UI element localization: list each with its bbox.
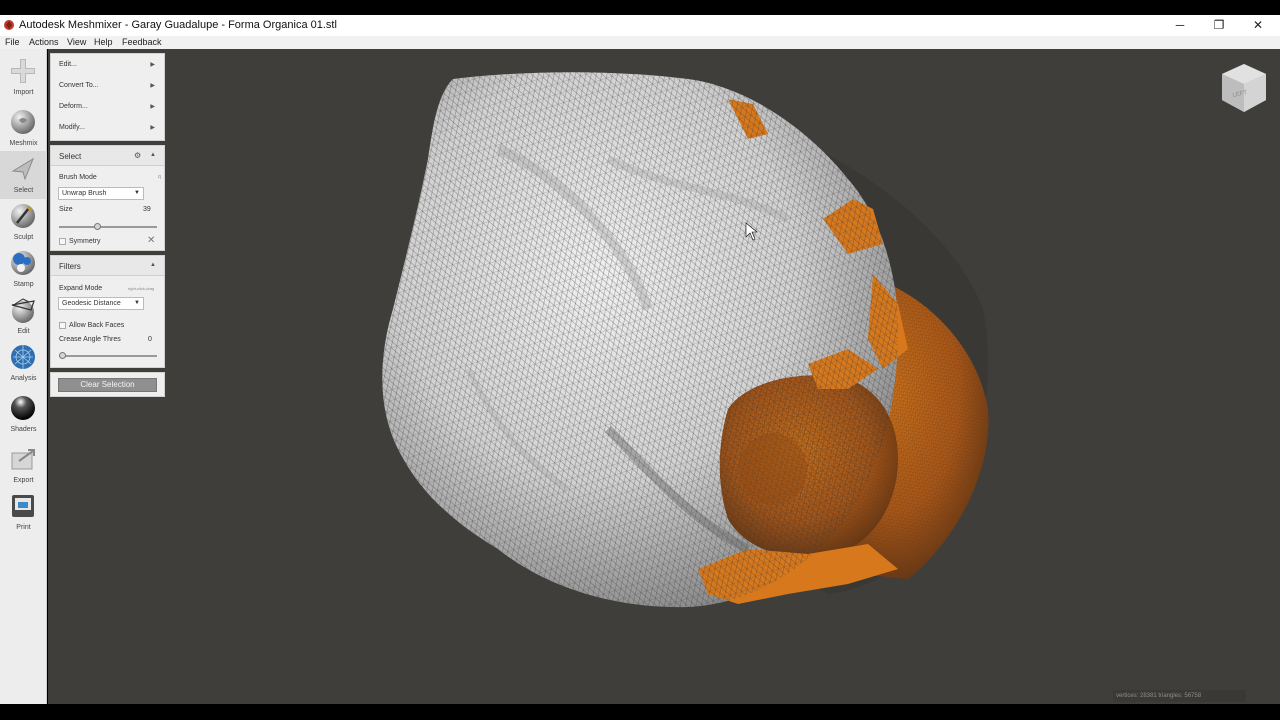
tool-label: Edit [17,328,30,335]
symmetry-tool-icon[interactable]: ✕ [147,235,155,246]
panel-title: Select [59,152,82,161]
app-window: Autodesk Meshmixer - Garay Guadalupe - F… [0,0,1280,720]
tool-meshmix[interactable]: Meshmix [0,104,47,152]
chevron-down-icon: ▼ [134,300,140,306]
export-icon [11,449,35,470]
menu-file[interactable]: File [5,37,20,47]
allow-back-faces-label: Allow Back Faces [69,322,125,329]
chevron-right-icon: ▶ [150,62,155,68]
select-panel: Select ⚙ ▲ Brush Mode q Unwrap Brush ▼ S… [50,145,165,251]
menu-help[interactable]: Help [94,37,113,47]
chevron-right-icon: ▶ [150,83,155,89]
expand-mode-hint: right-click-drag [128,286,155,291]
modify-submenu[interactable]: Modify... [59,124,85,131]
chevron-down-icon: ▼ [134,190,140,196]
tool-label: Shaders [10,426,37,433]
dropdown-value: Unwrap Brush [62,190,107,197]
clear-selection-panel: Clear Selection [50,372,165,397]
window-title: Autodesk Meshmixer - Garay Guadalupe - F… [19,19,337,31]
convert-to-submenu[interactable]: Convert To... [59,82,99,89]
select-icon [11,157,35,181]
collapse-icon[interactable]: ▲ [150,262,156,268]
tool-stamp[interactable]: Stamp [0,245,47,293]
edit-icon [11,298,35,323]
tool-label: Stamp [13,281,34,288]
dropdown-value: Geodesic Distance [62,300,121,307]
menu-view[interactable]: View [67,37,86,47]
print-icon [12,495,34,517]
symmetry-label: Symmetry [69,238,101,245]
edit-submenu[interactable]: Edit... [59,61,77,68]
clear-selection-button[interactable]: Clear Selection [58,378,157,392]
expand-mode-dropdown[interactable]: Geodesic Distance ▼ [58,297,144,310]
chevron-right-icon: ▶ [150,125,155,131]
menu-feedback[interactable]: Feedback [122,37,162,47]
size-value: 39 [143,206,151,213]
meshmixer-logo-icon [4,20,14,30]
menu-bar: File Actions View Help Feedback [0,36,1280,49]
crease-angle-slider[interactable] [59,352,157,359]
filters-panel-header[interactable]: Filters ▲ [51,256,164,276]
tool-label: Print [16,524,31,531]
tool-label: Meshmix [9,140,38,147]
brush-mode-dropdown[interactable]: Unwrap Brush ▼ [58,187,144,200]
menu-actions[interactable]: Actions [29,37,59,47]
title-bar: Autodesk Meshmixer - Garay Guadalupe - F… [0,15,1280,36]
tool-select[interactable]: Select [0,151,47,199]
tool-label: Import [13,89,34,96]
sculpt-icon [11,204,35,228]
expand-mode-label: Expand Mode [59,285,103,292]
tool-export[interactable]: Export [0,441,47,489]
panel-title: Filters [59,262,81,271]
size-slider[interactable] [59,223,157,230]
view-cube[interactable]: LEFT [1219,62,1269,114]
mesh-model [382,72,989,608]
size-label: Size [59,206,73,213]
3d-viewport[interactable] [48,49,1280,704]
symmetry-checkbox[interactable] [59,238,66,245]
brush-mode-label: Brush Mode [59,174,97,181]
meshmix-icon [11,110,35,134]
stamp-icon [11,251,35,275]
actions-panel: Edit... ▶ Convert To... ▶ Deform... ▶ Mo… [50,53,165,141]
chevron-right-icon: ▶ [150,104,155,110]
mesh-stats: vertices: 28381 triangles: 56758 [1113,690,1246,702]
minimize-button[interactable]: ─ [1160,16,1200,34]
allow-back-faces-checkbox[interactable] [59,322,66,329]
tool-import[interactable]: Import [0,53,47,101]
filters-panel: Filters ▲ Expand Mode right-click-drag G… [50,255,165,368]
tool-edit[interactable]: Edit [0,292,47,340]
crease-angle-value: 0 [148,336,152,343]
close-button[interactable]: ✕ [1238,16,1278,34]
shaders-icon [11,396,35,420]
collapse-icon[interactable]: ▲ [150,152,156,158]
slider-knob[interactable] [93,223,101,230]
tool-label: Select [13,187,34,194]
select-panel-header[interactable]: Select ⚙ ▲ [51,146,164,166]
tool-print[interactable]: Print [0,488,47,536]
tool-label: Analysis [10,375,37,382]
tool-label: Sculpt [13,234,34,241]
import-icon [11,59,35,83]
gear-icon[interactable]: ⚙ [134,151,141,160]
slider-knob[interactable] [59,352,66,359]
crease-angle-label: Crease Angle Thres [59,336,121,343]
tool-shaders[interactable]: Shaders [0,390,47,438]
analysis-icon [11,345,35,369]
maximize-button[interactable]: ❐ [1199,16,1239,34]
tool-label: Export [13,477,34,484]
brush-mode-hotkey: q [158,174,161,180]
tool-sidebar: Import Meshmix Select Sculpt Stamp Edit … [0,49,47,704]
tool-sculpt[interactable]: Sculpt [0,198,47,246]
tool-analysis[interactable]: Analysis [0,339,47,387]
deform-submenu[interactable]: Deform... [59,103,88,110]
